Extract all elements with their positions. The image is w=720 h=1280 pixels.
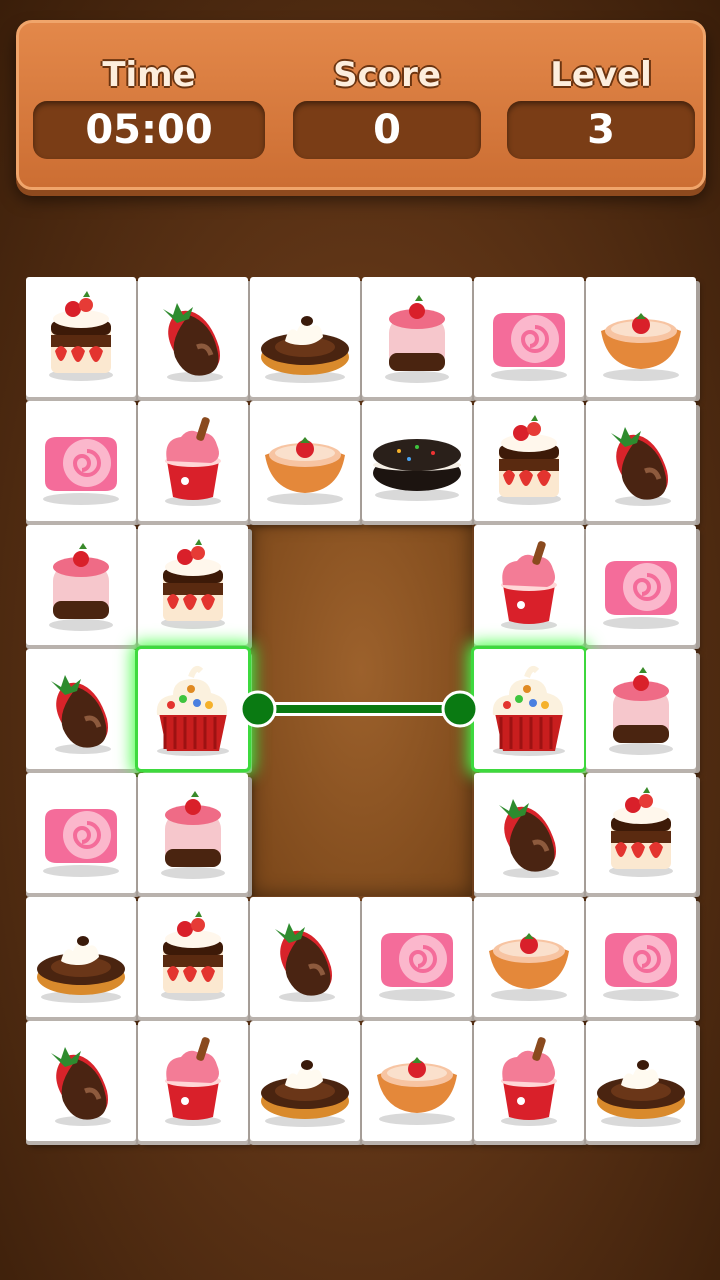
swiss-roll-icon — [43, 437, 119, 505]
candy-cupcake-icon — [156, 666, 229, 756]
pink-mousse-cake-icon — [49, 543, 113, 631]
tile-strawberry-shortcake[interactable] — [474, 401, 584, 521]
tile-pink-mousse-cake[interactable] — [586, 649, 696, 769]
tile-chocolate-strawberry[interactable] — [586, 401, 696, 521]
tile-chocolate-strawberry[interactable] — [26, 649, 136, 769]
cream-donut-icon — [37, 936, 125, 1003]
swiss-roll-icon — [491, 313, 567, 381]
strawberry-tart-icon — [265, 437, 345, 505]
cleared-area — [250, 520, 472, 896]
tile-chocolate-strawberry[interactable] — [26, 1021, 136, 1141]
tile-swiss-roll[interactable] — [586, 897, 696, 1017]
strawberry-shortcake-icon — [497, 415, 561, 505]
strawberry-tart-icon — [377, 1057, 457, 1125]
chocolate-strawberry-icon — [499, 799, 559, 878]
strawberry-shortcake-icon — [161, 539, 225, 629]
tile-swiss-roll[interactable] — [26, 773, 136, 893]
tile-strawberry-sundae-cup[interactable] — [138, 401, 248, 521]
tile-strawberry-tart[interactable] — [362, 1021, 472, 1141]
tile-chocolate-strawberry[interactable] — [138, 277, 248, 397]
tile-cream-donut[interactable] — [250, 1021, 360, 1141]
game-board — [0, 0, 720, 1280]
swiss-roll-icon — [603, 933, 679, 1001]
tile-swiss-roll[interactable] — [26, 401, 136, 521]
chocolate-strawberry-icon — [275, 923, 335, 1002]
strawberry-shortcake-icon — [161, 911, 225, 1001]
chocolate-strawberry-icon — [611, 427, 671, 506]
strawberry-shortcake-icon — [49, 291, 113, 381]
tile-swiss-roll[interactable] — [362, 897, 472, 1017]
tile-strawberry-sundae-cup[interactable] — [138, 1021, 248, 1141]
strawberry-sundae-cup-icon — [501, 541, 557, 630]
tile-strawberry-tart[interactable] — [250, 401, 360, 521]
tile-pink-mousse-cake[interactable] — [362, 277, 472, 397]
tile-candy-cupcake[interactable] — [474, 649, 584, 769]
strawberry-sundae-cup-icon — [501, 1037, 557, 1126]
chocolate-strawberry-icon — [163, 303, 223, 382]
swiss-roll-icon — [603, 561, 679, 629]
tile-strawberry-shortcake[interactable] — [26, 277, 136, 397]
strawberry-tart-icon — [489, 933, 569, 1001]
chocolate-strawberry-icon — [51, 675, 111, 754]
cream-donut-icon — [261, 1060, 349, 1127]
tile-cream-donut[interactable] — [250, 277, 360, 397]
tile-strawberry-shortcake[interactable] — [138, 525, 248, 645]
strawberry-tart-icon — [601, 313, 681, 381]
strawberry-sundae-cup-icon — [165, 1037, 221, 1126]
tile-pink-mousse-cake[interactable] — [26, 525, 136, 645]
strawberry-sundae-cup-icon — [165, 417, 221, 506]
pink-mousse-cake-icon — [385, 295, 449, 383]
sprinkle-cookie-icon — [373, 439, 461, 501]
tile-chocolate-strawberry[interactable] — [250, 897, 360, 1017]
tile-swiss-roll[interactable] — [474, 277, 584, 397]
strawberry-shortcake-icon — [609, 787, 673, 877]
tile-cream-donut[interactable] — [26, 897, 136, 1017]
tile-strawberry-shortcake[interactable] — [586, 773, 696, 893]
cream-donut-icon — [597, 1060, 685, 1127]
pink-mousse-cake-icon — [161, 791, 225, 879]
tile-strawberry-shortcake[interactable] — [138, 897, 248, 1017]
tile-strawberry-sundae-cup[interactable] — [474, 1021, 584, 1141]
swiss-roll-icon — [379, 933, 455, 1001]
chocolate-strawberry-icon — [51, 1047, 111, 1126]
tile-sprinkle-cookie[interactable] — [362, 401, 472, 521]
tile-swiss-roll[interactable] — [586, 525, 696, 645]
candy-cupcake-icon — [492, 666, 565, 756]
tile-candy-cupcake[interactable] — [138, 649, 248, 769]
tile-strawberry-tart[interactable] — [474, 897, 584, 1017]
tile-cream-donut[interactable] — [586, 1021, 696, 1141]
tile-strawberry-tart[interactable] — [586, 277, 696, 397]
tile-pink-mousse-cake[interactable] — [138, 773, 248, 893]
tile-chocolate-strawberry[interactable] — [474, 773, 584, 893]
swiss-roll-icon — [43, 809, 119, 877]
tile-strawberry-sundae-cup[interactable] — [474, 525, 584, 645]
cream-donut-icon — [261, 316, 349, 383]
pink-mousse-cake-icon — [609, 667, 673, 755]
